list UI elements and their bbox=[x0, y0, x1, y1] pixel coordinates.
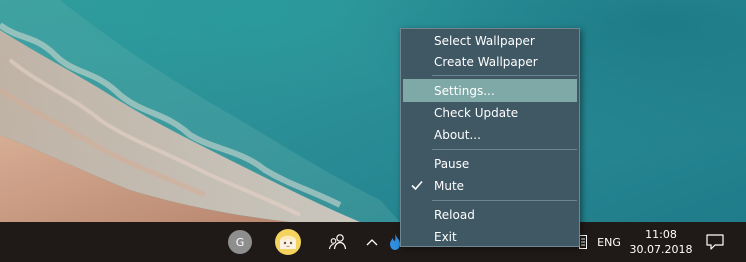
checkmark-icon bbox=[411, 180, 423, 191]
menu-item-label: About... bbox=[434, 127, 481, 142]
clock[interactable]: 11:08 30.07.2018 bbox=[628, 222, 694, 262]
anime-avatar-icon bbox=[275, 229, 301, 255]
menu-item-select-wallpaper[interactable]: Select Wallpaper bbox=[403, 29, 577, 52]
beach-scene bbox=[0, 0, 400, 222]
tray-context-menu: Select Wallpaper Create Wallpaper Settin… bbox=[400, 28, 580, 247]
menu-item-mute[interactable]: Mute bbox=[403, 174, 577, 197]
language-indicator[interactable]: ENG bbox=[594, 222, 624, 262]
action-center-button[interactable] bbox=[700, 222, 730, 262]
menu-item-label: Check Update bbox=[434, 105, 519, 120]
menu-separator bbox=[432, 75, 577, 76]
notification-icon bbox=[706, 234, 724, 250]
menu-item-check-update[interactable]: Check Update bbox=[403, 101, 577, 124]
app-avatar-button[interactable] bbox=[274, 222, 302, 262]
menu-separator bbox=[432, 149, 577, 150]
account-button[interactable]: G bbox=[226, 222, 254, 262]
menu-item-label: Reload bbox=[434, 207, 475, 222]
clock-time: 11:08 bbox=[645, 228, 677, 241]
menu-item-label: Create Wallpaper bbox=[434, 54, 538, 69]
menu-item-pause[interactable]: Pause bbox=[403, 152, 577, 175]
show-hidden-icons-button[interactable] bbox=[362, 222, 382, 262]
menu-separator bbox=[432, 200, 577, 201]
account-circle-icon: G bbox=[228, 230, 252, 254]
people-button[interactable] bbox=[326, 222, 350, 262]
menu-item-create-wallpaper[interactable]: Create Wallpaper bbox=[403, 50, 577, 73]
menu-item-label: Pause bbox=[434, 156, 470, 171]
people-icon bbox=[328, 234, 347, 250]
menu-item-label: Mute bbox=[434, 178, 465, 193]
clock-date: 30.07.2018 bbox=[629, 243, 693, 256]
menu-item-label: Exit bbox=[434, 229, 457, 244]
menu-item-exit[interactable]: Exit bbox=[403, 225, 577, 248]
menu-item-reload[interactable]: Reload bbox=[403, 203, 577, 226]
menu-item-about[interactable]: About... bbox=[403, 123, 577, 146]
chevron-up-icon bbox=[366, 239, 378, 246]
menu-item-settings[interactable]: Settings... bbox=[403, 79, 577, 102]
menu-item-label: Settings... bbox=[434, 83, 495, 98]
desktop-wallpaper bbox=[0, 0, 746, 222]
menu-item-label: Select Wallpaper bbox=[434, 33, 535, 48]
keyboard-icon bbox=[579, 235, 587, 249]
taskbar: G ENG 11:08 30.07.2018 bbox=[0, 222, 746, 262]
